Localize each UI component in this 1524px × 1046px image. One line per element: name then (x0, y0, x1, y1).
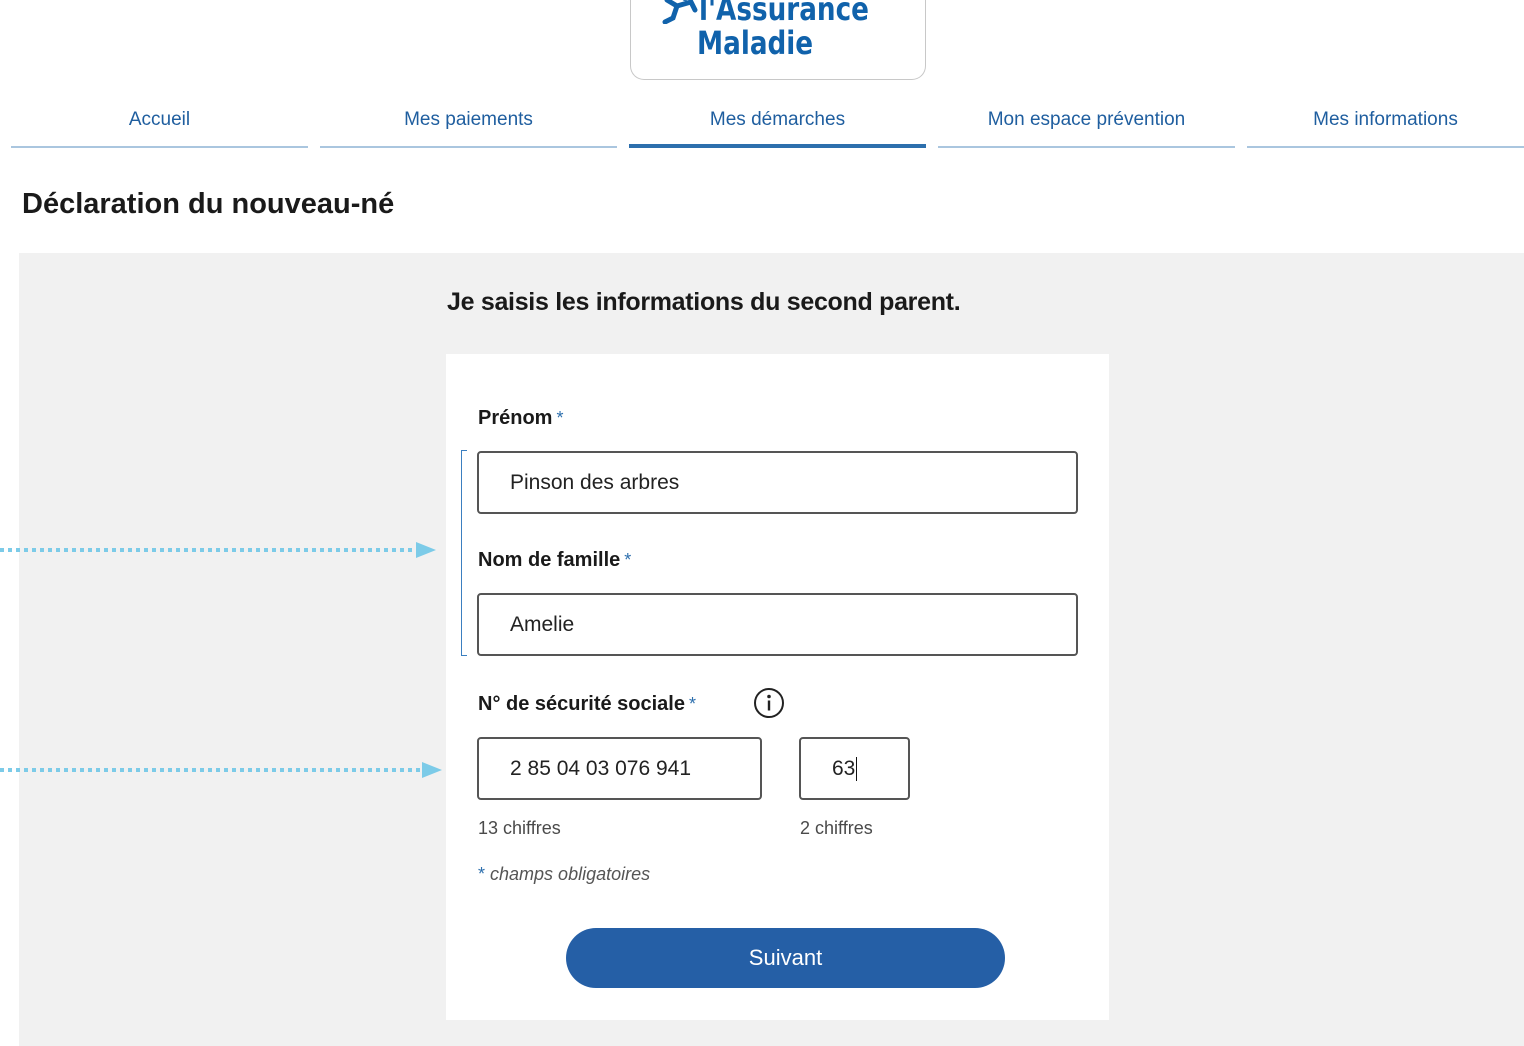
assurance-maladie-logo[interactable]: l'Assurance Maladie (630, 0, 926, 80)
required-asterisk: * (624, 550, 632, 570)
nav-item-mes-paiements[interactable]: Mes paiements (320, 98, 617, 148)
annotation-arrow-icon (0, 542, 436, 558)
ssn-label-text: N° de sécurité sociale (478, 693, 685, 715)
ssn-key-input[interactable]: 63 (799, 737, 910, 800)
last-name-label-text: Nom de famille (478, 549, 621, 571)
form-heading: Je saisis les informations du second par… (447, 288, 961, 316)
ssn-key-hint: 2 chiffres (800, 818, 873, 838)
required-fields-note: * champs obligatoires (478, 864, 650, 885)
logo-text-line2: Maladie (697, 24, 814, 62)
required-asterisk: * (688, 694, 696, 714)
ssn-key-value: 63 (832, 757, 856, 780)
ssn-number-hint: 13 chiffres (478, 818, 561, 838)
last-name-input[interactable] (477, 593, 1078, 656)
required-asterisk: * (556, 408, 564, 428)
runner-emblem-icon (662, 0, 698, 24)
page-title: Déclaration du nouveau-né (22, 188, 395, 220)
first-name-input[interactable] (477, 451, 1078, 514)
last-name-label: Nom de famille * (478, 549, 631, 572)
nav-item-mes-informations[interactable]: Mes informations (1247, 98, 1524, 148)
required-note-asterisk: * (478, 864, 486, 884)
nav-item-accueil[interactable]: Accueil (11, 98, 308, 148)
required-note-text: champs obligatoires (490, 864, 651, 884)
annotation-bracket (461, 450, 467, 656)
main-navigation: Accueil Mes paiements Mes démarches Mon … (11, 98, 1524, 150)
first-name-label: Prénom * (478, 407, 563, 430)
logo-text-line1: l'Assurance (699, 0, 869, 28)
nav-item-mon-espace-prevention[interactable]: Mon espace prévention (938, 98, 1235, 148)
ssn-label: N° de sécurité sociale * (478, 693, 696, 716)
info-icon[interactable] (753, 687, 785, 719)
annotation-arrow-icon (0, 762, 442, 778)
text-cursor (856, 757, 858, 782)
first-name-label-text: Prénom (478, 407, 553, 429)
ssn-number-input[interactable] (477, 737, 762, 800)
next-button[interactable]: Suivant (566, 928, 1005, 988)
nav-item-mes-demarches[interactable]: Mes démarches (629, 98, 926, 148)
